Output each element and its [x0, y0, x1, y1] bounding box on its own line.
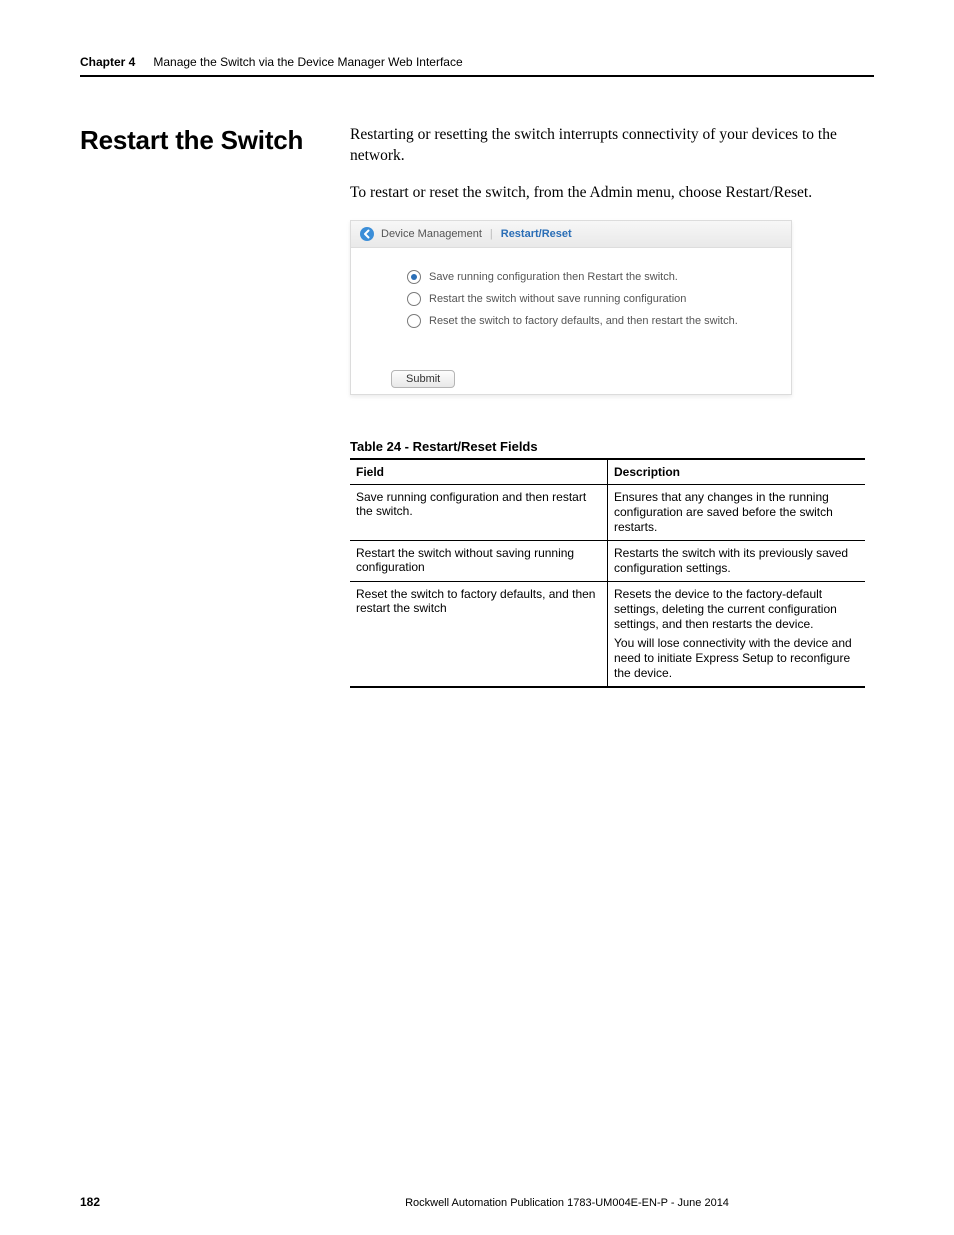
page-number: 182 — [80, 1195, 320, 1209]
cell-desc: Resets the device to the factory-default… — [608, 581, 866, 687]
table-row: Save running configuration and then rest… — [350, 484, 865, 540]
radio-label: Save running configuration then Restart … — [429, 271, 678, 283]
cell-field: Save running configuration and then rest… — [350, 484, 608, 540]
panel-header: Device Management | Restart/Reset — [351, 221, 791, 248]
cell-desc: Ensures that any changes in the running … — [608, 484, 866, 540]
radio-icon — [407, 292, 421, 306]
desc-line: Resets the device to the factory-default… — [614, 587, 859, 632]
table-row: Restart the switch without saving runnin… — [350, 540, 865, 581]
desc-line: You will lose connectivity with the devi… — [614, 636, 859, 681]
breadcrumb-parent[interactable]: Device Management — [381, 228, 482, 240]
publication-line: Rockwell Automation Publication 1783-UM0… — [320, 1197, 814, 1209]
desc-line: Ensures that any changes in the running … — [614, 490, 859, 535]
radio-label: Restart the switch without save running … — [429, 293, 686, 305]
body-paragraph-2: To restart or reset the switch, from the… — [350, 183, 874, 204]
submit-button[interactable]: Submit — [391, 370, 455, 388]
radio-icon — [407, 314, 421, 328]
running-header: Chapter 4 Manage the Switch via the Devi… — [80, 55, 874, 77]
radio-label: Reset the switch to factory defaults, an… — [429, 315, 738, 327]
radio-option-restart-nosave[interactable]: Restart the switch without save running … — [407, 292, 765, 306]
table-caption: Table 24 - Restart/Reset Fields — [350, 439, 874, 454]
fields-table: Field Description Save running configura… — [350, 458, 865, 688]
radio-icon — [407, 270, 421, 284]
radio-option-save-restart[interactable]: Save running configuration then Restart … — [407, 270, 765, 284]
th-field: Field — [350, 459, 608, 485]
body-paragraph-1: Restarting or resetting the switch inter… — [350, 125, 874, 167]
cell-field: Reset the switch to factory defaults, an… — [350, 581, 608, 687]
back-icon[interactable] — [359, 226, 375, 242]
page-footer: 182 Rockwell Automation Publication 1783… — [80, 1195, 874, 1209]
desc-line: Restarts the switch with its previously … — [614, 546, 859, 576]
cell-field: Restart the switch without saving runnin… — [350, 540, 608, 581]
section-heading: Restart the Switch — [80, 125, 320, 156]
chapter-label: Chapter 4 — [80, 55, 135, 69]
breadcrumb-separator: | — [490, 228, 493, 240]
th-desc: Description — [608, 459, 866, 485]
radio-option-factory-reset[interactable]: Reset the switch to factory defaults, an… — [407, 314, 765, 328]
cell-desc: Restarts the switch with its previously … — [608, 540, 866, 581]
restart-reset-panel: Device Management | Restart/Reset Save r… — [350, 220, 792, 395]
table-row: Reset the switch to factory defaults, an… — [350, 581, 865, 687]
breadcrumb-current: Restart/Reset — [501, 228, 572, 240]
chapter-title: Manage the Switch via the Device Manager… — [153, 55, 462, 69]
